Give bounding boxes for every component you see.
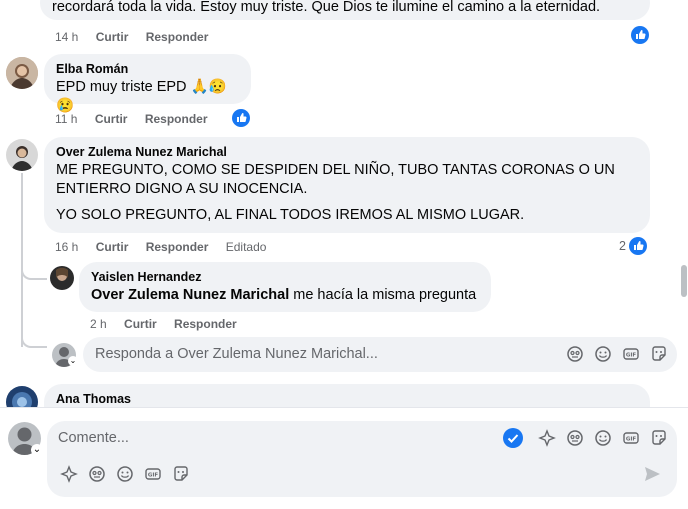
comment-text-line: ME PREGUNTO, COMO SE DESPIDEN DEL NIÑO, …	[56, 162, 615, 178]
sticker-icon[interactable]	[172, 465, 190, 483]
comment-text-line: ENTIERRO DIGNO A SU INOCENCIA.	[56, 181, 308, 197]
reply-author[interactable]: Yaislen Hernandez	[91, 270, 479, 284]
avatar[interactable]	[50, 266, 74, 290]
reply-text: Over Zulema Nunez Marichal me hacía la m…	[91, 286, 479, 305]
sticker-icon[interactable]	[650, 429, 668, 447]
reply-body: me hacía la misma pregunta	[289, 287, 477, 303]
avatar-sticker-icon[interactable]	[566, 345, 584, 363]
like-icon[interactable]	[232, 109, 250, 127]
emoji-icon[interactable]	[594, 345, 612, 363]
comment-actions: 14 h Curtir Responder	[55, 30, 222, 44]
thread-connector	[21, 268, 47, 280]
gif-icon[interactable]: GIF	[622, 429, 640, 447]
comment-text: recordará toda la vida. Estoy muy triste…	[52, 0, 601, 15]
comments-list[interactable]: recordará toda la vida. Estoy muy triste…	[0, 0, 688, 407]
avatar[interactable]	[6, 386, 38, 407]
comment-text-line: YO SOLO PREGUNTO, AL FINAL TODOS IREMOS …	[56, 207, 525, 223]
edited-label: Editado	[225, 240, 267, 254]
comment-actions: 16 h Curtir Responder Editado	[55, 240, 280, 254]
reply-input[interactable]: Responda a Over Zulema Nunez Marichal...…	[83, 337, 677, 372]
comment-composer[interactable]: Comente... GIF GIF	[47, 421, 677, 497]
comment-author[interactable]: Elba Román	[56, 62, 239, 76]
thread-connector	[21, 330, 47, 348]
emoji-icon[interactable]	[116, 465, 134, 483]
comment-text: EPD muy triste EPD 🙏😥😢	[56, 79, 227, 114]
gif-icon[interactable]: GIF	[144, 465, 162, 483]
scrollbar[interactable]	[681, 265, 687, 297]
reply-bubble: Yaislen Hernandez Over Zulema Nunez Mari…	[79, 262, 491, 312]
svg-text:GIF: GIF	[626, 353, 637, 359]
comment-actions: 11 h Curtir Responder	[55, 112, 222, 126]
emoji-icon[interactable]	[594, 429, 612, 447]
sticker-icon[interactable]	[650, 345, 668, 363]
mention-link[interactable]: Over Zulema Nunez Marichal	[91, 287, 289, 303]
chevron-down-icon[interactable]: ⌄	[68, 356, 78, 366]
gif-icon[interactable]: GIF	[622, 345, 640, 363]
like-link[interactable]: Curtir	[124, 317, 157, 331]
comment-author[interactable]: Over Zulema Nunez Marichal	[56, 145, 638, 159]
thread-line	[21, 173, 23, 347]
checkmark-icon[interactable]	[503, 428, 523, 448]
comment-time[interactable]: 16 h	[55, 240, 78, 254]
chevron-down-icon[interactable]: ⌄	[31, 444, 43, 456]
like-link[interactable]: Curtir	[96, 240, 129, 254]
comment-bubble: Ana Thomas	[44, 384, 650, 407]
comment-input-placeholder: Comente...	[58, 430, 129, 446]
reply-link[interactable]: Responder	[146, 240, 209, 254]
comment-bubble: Elba Román EPD muy triste EPD 🙏😥😢	[44, 54, 251, 114]
comment-bubble: recordará toda la vida. Estoy muy triste…	[40, 0, 650, 20]
sparkle-sticker-icon[interactable]	[60, 465, 78, 483]
avatar[interactable]	[6, 139, 38, 171]
comment-time[interactable]: 14 h	[55, 30, 78, 44]
reply-actions: 2 h Curtir Responder	[90, 317, 251, 331]
avatar-sticker-icon[interactable]	[88, 465, 106, 483]
sparkle-sticker-icon[interactable]	[538, 429, 556, 447]
reaction-count[interactable]: 2	[619, 239, 626, 253]
like-link[interactable]: Curtir	[95, 112, 128, 126]
svg-text:GIF: GIF	[626, 437, 637, 443]
svg-text:GIF: GIF	[148, 473, 159, 479]
avatar[interactable]	[6, 57, 38, 89]
comment-time[interactable]: 11 h	[55, 112, 77, 126]
like-icon[interactable]	[631, 26, 649, 44]
like-link[interactable]: Curtir	[96, 30, 129, 44]
reply-input-placeholder: Responda a Over Zulema Nunez Marichal...	[95, 346, 378, 362]
send-icon[interactable]	[642, 464, 662, 484]
comment-bubble: Over Zulema Nunez Marichal ME PREGUNTO, …	[44, 137, 650, 233]
like-icon[interactable]	[629, 237, 647, 255]
reply-link[interactable]: Responder	[174, 317, 237, 331]
reply-time[interactable]: 2 h	[90, 317, 107, 331]
avatar-sticker-icon[interactable]	[566, 429, 584, 447]
reply-link[interactable]: Responder	[145, 112, 208, 126]
reply-link[interactable]: Responder	[146, 30, 209, 44]
divider	[0, 407, 688, 408]
comment-author[interactable]: Ana Thomas	[56, 392, 638, 406]
